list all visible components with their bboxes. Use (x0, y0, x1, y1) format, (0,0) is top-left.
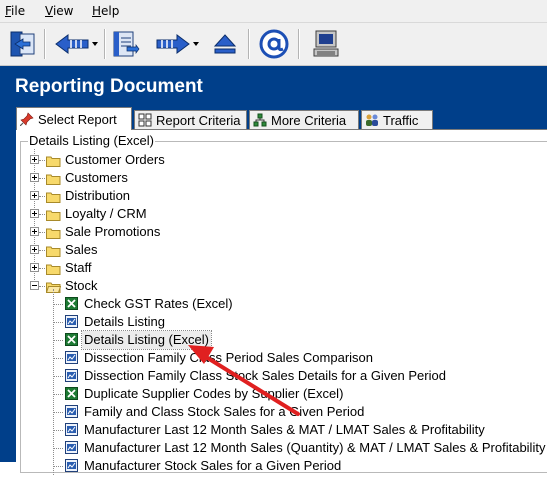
tree-report-label[interactable]: Dissection Family Class Stock Sales Deta… (84, 367, 446, 385)
tree-report-label[interactable]: Check GST Rates (Excel) (84, 295, 233, 313)
tree-folder-label[interactable]: Loyalty / CRM (65, 205, 147, 223)
tree-report-node[interactable]: Duplicate Supplier Codes by Supplier (Ex… (0, 385, 547, 403)
tree-folder-label[interactable]: Distribution (65, 187, 130, 205)
tree-folder-label[interactable]: Customer Orders (65, 151, 165, 169)
excel-report-icon (65, 297, 78, 310)
expand-icon[interactable] (30, 155, 39, 164)
tree-folder-label[interactable]: Staff (65, 259, 92, 277)
tree-folder-node[interactable]: Staff (0, 259, 547, 277)
tree-connector-line (39, 178, 45, 179)
excel-report-icon (65, 387, 78, 400)
tree-folder-node[interactable]: Stock (0, 277, 547, 295)
tree-folder-node[interactable]: Sales (0, 241, 547, 259)
tree-report-node[interactable]: Manufacturer Stock Sales for a Given Per… (0, 457, 547, 475)
tree-connector-line (54, 358, 63, 359)
report-icon (65, 423, 78, 436)
report-tree[interactable]: Customer Orders Customers Distribution Loya… (0, 0, 547, 475)
tree-connector-line (54, 340, 63, 341)
group-title: Details Listing (Excel) (28, 133, 155, 148)
tab-select-report[interactable]: Select Report (16, 107, 132, 130)
excel-report-icon (65, 333, 78, 346)
tree-folder-node[interactable]: Sale Promotions (0, 223, 547, 241)
tree-folder-node[interactable]: Loyalty / CRM (0, 205, 547, 223)
tree-report-label[interactable]: Manufacturer Last 12 Month Sales (Quanti… (84, 439, 545, 457)
tree-report-label[interactable]: Manufacturer Last 12 Month Sales & MAT /… (84, 421, 485, 439)
tree-folder-node[interactable]: Customer Orders (0, 151, 547, 169)
tree-report-node[interactable]: Details Listing (0, 313, 547, 331)
tree-connector-line (39, 286, 45, 287)
tree-folder-label[interactable]: Sales (65, 241, 98, 259)
report-icon (65, 405, 78, 418)
expand-icon[interactable] (30, 191, 39, 200)
pin-icon (20, 112, 34, 126)
expand-icon[interactable] (30, 227, 39, 236)
tree-connector-line (54, 304, 63, 305)
tree-folder-label[interactable]: Sale Promotions (65, 223, 160, 241)
tree-report-node[interactable]: Dissection Family Class Period Sales Com… (0, 349, 547, 367)
tree-connector-line (39, 268, 45, 269)
folder-icon (46, 262, 61, 275)
folder-icon (46, 208, 61, 221)
folder-icon (46, 244, 61, 257)
tree-folder-label[interactable]: Customers (65, 169, 128, 187)
tree-connector-line (39, 250, 45, 251)
expand-icon[interactable] (30, 209, 39, 218)
expand-icon[interactable] (30, 173, 39, 182)
tree-connector-line (54, 322, 63, 323)
tree-connector-line (54, 466, 63, 467)
tree-report-node[interactable]: Manufacturer Last 12 Month Sales & MAT /… (0, 421, 547, 439)
tree-report-node[interactable]: Dissection Family Class Stock Sales Deta… (0, 367, 547, 385)
tree-connector-line (39, 160, 45, 161)
folder-icon (46, 154, 61, 167)
report-icon (65, 441, 78, 454)
tree-report-label[interactable]: Dissection Family Class Period Sales Com… (84, 349, 373, 367)
tree-connector-line (39, 196, 45, 197)
tree-folder-node[interactable]: Distribution (0, 187, 547, 205)
tree-connector-line (54, 394, 63, 395)
tree-connector-line (39, 232, 45, 233)
tree-report-label[interactable]: Details Listing (Excel) (81, 330, 212, 350)
tree-folder-node[interactable]: Customers (0, 169, 547, 187)
report-icon (65, 369, 78, 382)
folder-icon (46, 190, 61, 203)
report-icon (65, 315, 78, 328)
expand-icon[interactable] (30, 245, 39, 254)
tree-report-label[interactable]: Duplicate Supplier Codes by Supplier (Ex… (84, 385, 343, 403)
tree-report-label[interactable]: Manufacturer Stock Sales for a Given Per… (84, 457, 341, 475)
tree-connector-line (54, 430, 63, 431)
tree-report-node[interactable]: Details Listing (Excel) (0, 330, 547, 350)
tree-connector-line (54, 448, 63, 449)
tree-connector-line (39, 214, 45, 215)
tree-report-node[interactable]: Manufacturer Last 12 Month Sales (Quanti… (0, 439, 547, 457)
folder-icon (46, 172, 61, 185)
tree-report-label[interactable]: Details Listing (84, 313, 165, 331)
collapse-icon[interactable] (30, 281, 39, 290)
tree-report-node[interactable]: Check GST Rates (Excel) (0, 295, 547, 313)
tree-report-label[interactable]: Family and Class Stock Sales for a Given… (84, 403, 364, 421)
tree-connector-line (54, 376, 63, 377)
folder-icon (46, 226, 61, 239)
expand-icon[interactable] (30, 263, 39, 272)
tab-label: Select Report (38, 111, 117, 127)
tree-connector-line (54, 412, 63, 413)
tree-folder-label[interactable]: Stock (65, 277, 98, 295)
report-icon (65, 459, 78, 472)
report-icon (65, 351, 78, 364)
tree-report-node[interactable]: Family and Class Stock Sales for a Given… (0, 403, 547, 421)
